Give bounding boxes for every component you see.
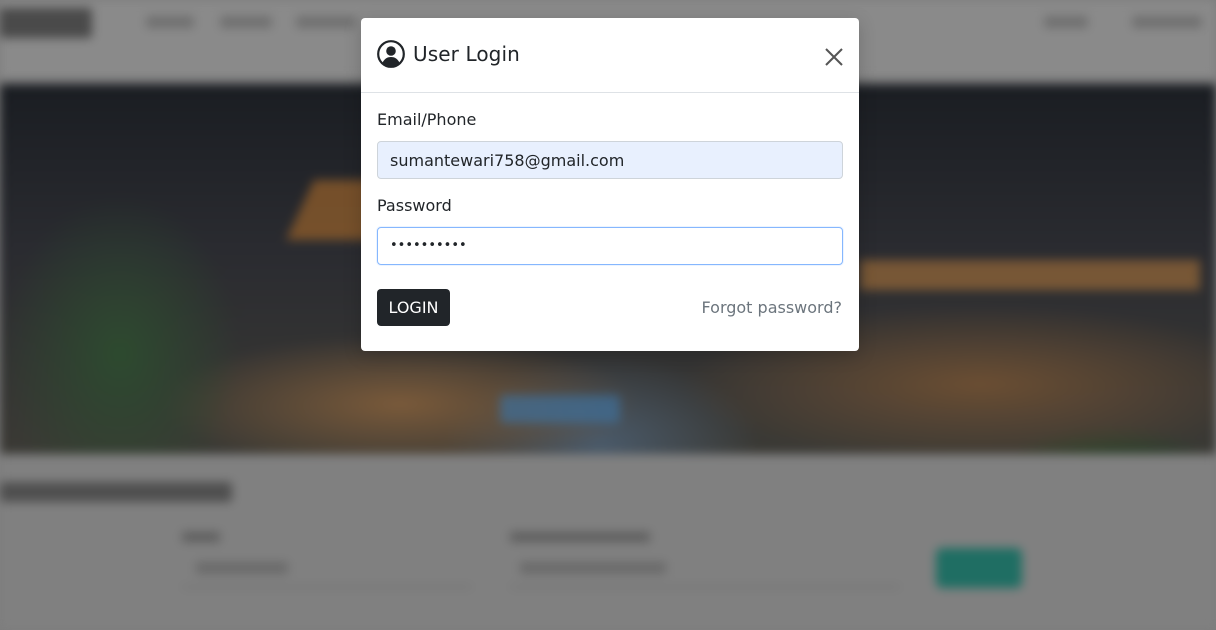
background-hero-detail	[500, 395, 620, 423]
login-modal: User Login Email/Phone Password ••••••••…	[361, 18, 859, 351]
modal-header: User Login	[361, 18, 859, 93]
forgot-password-link[interactable]: Forgot password?	[702, 298, 842, 317]
background-nav-link	[1044, 16, 1088, 28]
login-button[interactable]: LOGIN	[377, 289, 450, 326]
close-icon[interactable]	[823, 46, 845, 68]
background-field-value	[196, 562, 288, 574]
password-masked-value: ••••••••••	[390, 238, 467, 253]
password-label: Password	[377, 196, 452, 215]
background-search-button	[936, 548, 1022, 588]
user-circle-icon	[377, 40, 405, 68]
background-logo	[0, 8, 92, 38]
modal-title: User Login	[413, 42, 520, 66]
background-booking-section	[0, 454, 1216, 630]
email-field[interactable]	[377, 141, 843, 179]
background-nav-link	[296, 16, 356, 28]
background-nav-link	[1132, 16, 1202, 28]
background-nav-link	[146, 16, 194, 28]
background-hero-detail	[860, 260, 1200, 290]
background-section-heading	[0, 482, 232, 502]
email-label: Email/Phone	[377, 110, 477, 129]
background-field-label	[510, 532, 650, 542]
background-field-label	[182, 532, 220, 542]
background-field-value	[520, 562, 666, 574]
background-nav-link	[220, 16, 272, 28]
